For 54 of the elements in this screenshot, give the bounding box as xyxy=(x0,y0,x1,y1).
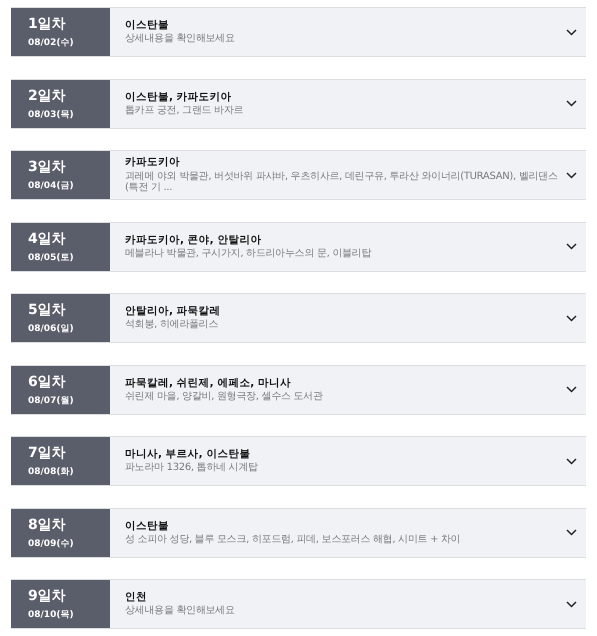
row-title: 이스탄불 xyxy=(125,520,169,532)
date-label: 08/08(화) xyxy=(28,466,74,478)
row-detail: 상세내용을 확인해보세요 xyxy=(125,33,235,45)
date-label: 08/02(수) xyxy=(28,37,74,49)
row-title: 마니사, 부르사, 이스탄불 xyxy=(125,448,250,460)
day-label: 9일차 xyxy=(28,587,66,605)
itinerary-row[interactable]: 4일차 08/05(토) 카파도키아, 콘야, 안탈리아 메블라나 박물관, 구시가지, 하드리아누스의 문, 이블리탑 xyxy=(11,222,586,272)
row-detail: 파노라마 1326, 톱하네 시계탑 xyxy=(125,462,258,474)
day-label: 6일차 xyxy=(28,372,66,390)
date-label: 08/07(월) xyxy=(28,394,74,406)
row-title: 이스탄불, 카파도키아 xyxy=(125,90,232,103)
row-title: 카파도키아 xyxy=(125,156,180,169)
row-title: 파묵칼레, 쉬린제, 에페소, 마니사 xyxy=(125,376,291,389)
day-label: 4일차 xyxy=(28,230,66,248)
date-label: 08/04(금) xyxy=(28,180,74,192)
date-label: 08/06(일) xyxy=(28,323,74,335)
date-label: 08/03(목) xyxy=(28,108,74,120)
itinerary-row[interactable]: 6일차 08/07(월) 파묵칼레, 쉬린제, 에페소, 마니사 쉬린제 마을, 양갈비, 원형극장, 셀수스 도서관 xyxy=(11,364,586,414)
itinerary-row[interactable]: 2일차 08/03(목) 이스탄불, 카파도키아 톱카프 궁전, 그랜드 바자르 xyxy=(11,78,586,128)
chevron-icon[interactable] xyxy=(566,529,577,536)
date-label: 08/10(목) xyxy=(28,609,74,621)
day-label: 1일차 xyxy=(28,15,66,33)
day-label: 3일차 xyxy=(28,158,66,176)
itinerary-row[interactable]: 8일차 08/09(수) 이스탄불 성 소피아 성당, 블루 모스크, 히포드럼, 피데, 보스포러스 해협, 시미트 + 차이 xyxy=(11,508,586,558)
row-title: 인천 xyxy=(125,591,147,604)
day-label: 7일차 xyxy=(28,444,66,462)
chevron-icon[interactable] xyxy=(566,28,577,36)
date-label: 08/09(수) xyxy=(28,538,74,550)
day-label: 5일차 xyxy=(28,301,66,319)
row-title: 이스탄불 xyxy=(125,19,169,32)
day-label: 2일차 xyxy=(28,86,66,104)
chevron-icon[interactable] xyxy=(566,314,577,322)
itinerary-row[interactable]: 7일차 08/08(화) 마니사, 부르사, 이스탄불 파노라마 1326, 톱하네 시계탑 xyxy=(11,436,586,486)
row-detail: 메블라나 박물관, 구시가지, 하드리아누스의 문, 이블리탑 xyxy=(125,248,372,260)
date-label: 08/05(토) xyxy=(28,252,74,264)
itinerary-row[interactable]: 9일차 08/10(목) 인천 상세내용을 확인해보세요 xyxy=(11,579,586,629)
itinerary-row[interactable]: 5일차 08/06(일) 안탈리아, 파묵칼레 석회붕, 히에라폴리스 xyxy=(11,293,586,343)
row-title: 카파도키아, 콘야, 안탈리아 xyxy=(125,234,262,246)
chevron-icon[interactable] xyxy=(566,386,577,393)
itinerary-row[interactable]: 3일차 08/04(금) 카파도키아 괴레메 야외 박물관, 버섯바위 파샤바, 우츠히사르, 데린구유, 투라산 와이너리(TURASAN), 벨리댄스(특전 기 ... xyxy=(11,150,586,200)
chevron-icon[interactable] xyxy=(566,172,577,178)
itinerary-row[interactable]: 1일차 08/02(수) 이스탄불 상세내용을 확인해보세요 xyxy=(11,7,586,57)
row-detail: 성 소피아 성당, 블루 모스크, 히포드럼, 피데, 보스포러스 해협, 시미트 + 차이 xyxy=(125,534,460,546)
row-detail: 석회붕, 히에라폴리스 xyxy=(125,319,218,331)
row-detail: 상세내용을 확인해보세요 xyxy=(125,605,235,617)
row-detail: 톱카프 궁전, 그랜드 바자르 xyxy=(125,104,244,116)
day-label: 8일차 xyxy=(28,516,66,534)
chevron-icon[interactable] xyxy=(566,600,577,608)
chevron-icon[interactable] xyxy=(566,100,577,107)
row-title: 안탈리아, 파묵칼레 xyxy=(125,305,221,318)
chevron-icon[interactable] xyxy=(566,243,577,250)
chevron-icon[interactable] xyxy=(566,458,577,464)
row-detail: 쉬린제 마을, 양갈비, 원형극장, 셀수스 도서관 xyxy=(125,390,323,402)
row-detail: 괴레메 야외 박물관, 버섯바위 파샤바, 우츠히사르, 데린구유, 투라산 와이너리(TURASAN), 벨리댄스(특전 기 ... xyxy=(125,170,558,194)
